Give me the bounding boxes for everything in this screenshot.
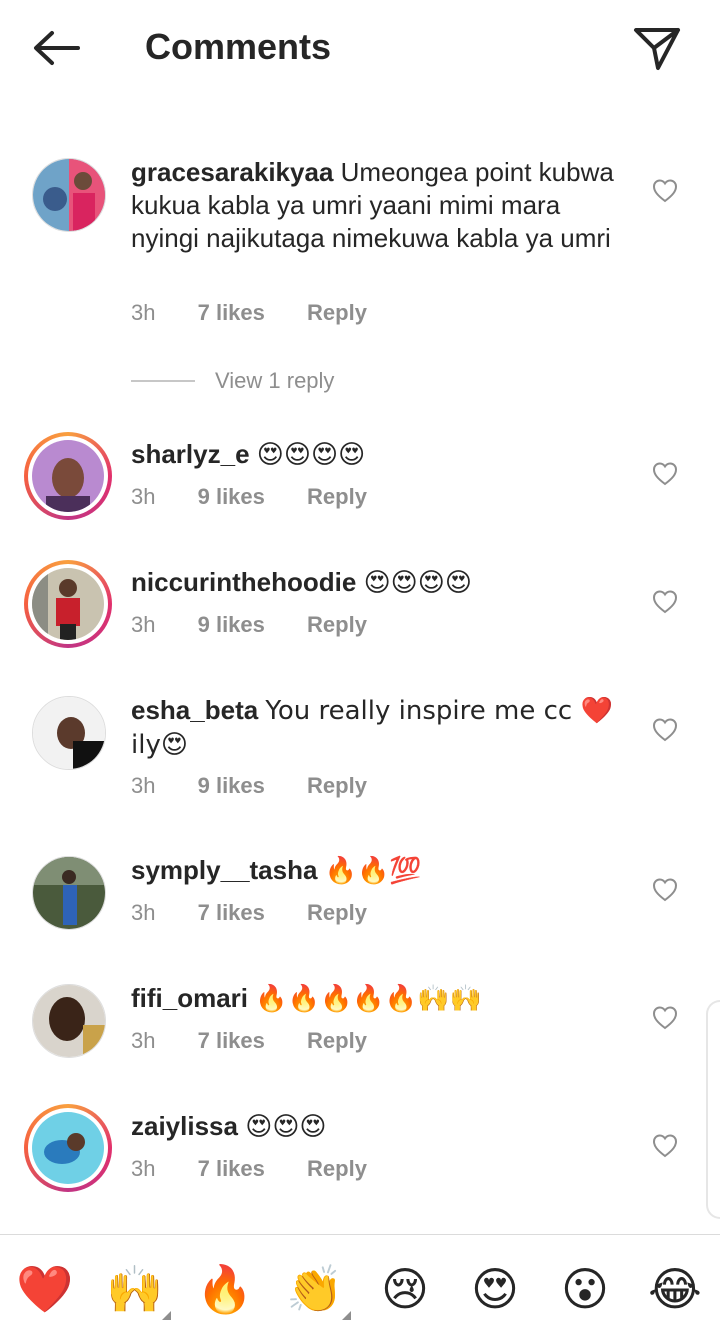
reply-button[interactable]: Reply (307, 773, 367, 799)
emoji-tears-of-joy[interactable]: 😂 (645, 1259, 705, 1319)
likes-count[interactable]: 7 likes (198, 1028, 265, 1054)
reply-button[interactable]: Reply (307, 1028, 367, 1054)
comment-meta: 3h 7 likes Reply (131, 1028, 367, 1054)
back-button[interactable] (28, 24, 84, 72)
header: Comments (0, 0, 720, 96)
avatar[interactable] (32, 984, 106, 1058)
reply-button[interactable]: Reply (307, 484, 367, 510)
comment-meta: 3h 7 likes Reply (131, 300, 367, 326)
avatar-image (32, 1112, 104, 1184)
emoji-quick-reply-bar: ❤️ 🙌 🔥 👏 😢 😍 😮 😂 (0, 1234, 720, 1329)
likes-count[interactable]: 9 likes (198, 484, 265, 510)
avatar[interactable] (32, 696, 106, 770)
avatar[interactable] (24, 560, 112, 648)
avatar-image (33, 857, 105, 929)
view-replies-label: View 1 reply (215, 368, 335, 393)
comment-meta: 3h 7 likes Reply (131, 900, 367, 926)
share-button[interactable] (628, 22, 684, 74)
comment-meta: 3h 9 likes Reply (131, 612, 367, 638)
avatar-image (33, 985, 105, 1057)
emoji-clapping-hands[interactable]: 👏 (285, 1259, 345, 1319)
comment-time: 3h (131, 612, 156, 637)
likes-count[interactable]: 7 likes (198, 900, 265, 926)
avatar[interactable] (32, 856, 106, 930)
skin-tone-indicator-icon (162, 1311, 171, 1320)
skin-tone-indicator-icon (342, 1311, 351, 1320)
divider (131, 380, 195, 382)
avatar[interactable] (24, 1104, 112, 1192)
comment-time: 3h (131, 1028, 156, 1053)
emoji-fire[interactable]: 🔥 (195, 1259, 255, 1319)
likes-count[interactable]: 9 likes (198, 612, 265, 638)
reply-button[interactable]: Reply (307, 612, 367, 638)
avatar-image (32, 440, 104, 512)
reply-button[interactable]: Reply (307, 1156, 367, 1182)
side-panel-handle[interactable] (706, 1000, 720, 1219)
avatar-image (32, 568, 104, 640)
avatar-image (33, 697, 105, 769)
comment-text: 😍😍😍😍 (363, 568, 472, 598)
emoji-raising-hands[interactable]: 🙌 (105, 1259, 165, 1319)
page-title: Comments (145, 26, 332, 67)
arrow-left-icon (34, 31, 80, 65)
comment-text: 🔥🔥💯 (324, 856, 422, 886)
comment-meta: 3h 7 likes Reply (131, 1156, 367, 1182)
likes-count[interactable]: 7 likes (198, 300, 265, 326)
likes-count[interactable]: 7 likes (198, 1156, 265, 1182)
comment-username[interactable]: fifi_omari (131, 983, 248, 1013)
comment-time: 3h (131, 773, 156, 798)
avatar-image (33, 159, 105, 231)
emoji-crying-face[interactable]: 😢 (375, 1259, 435, 1319)
comment-username[interactable]: zaiylissa (131, 1111, 238, 1141)
comment-text: 😍😍😍 (245, 1112, 327, 1142)
comment-meta: 3h 9 likes Reply (131, 484, 367, 510)
reply-button[interactable]: Reply (307, 300, 367, 326)
comment-time: 3h (131, 484, 156, 509)
heart-icon[interactable] (652, 589, 678, 615)
emoji-surprised-face[interactable]: 😮 (555, 1259, 615, 1319)
emoji-heart-eyes[interactable]: 😍 (465, 1259, 525, 1319)
emoji-red-heart[interactable]: ❤️ (15, 1259, 75, 1319)
comment-username[interactable]: sharlyz_e (131, 439, 250, 469)
heart-icon[interactable] (652, 1133, 678, 1159)
comment-time: 3h (131, 1156, 156, 1181)
avatar[interactable] (32, 158, 106, 232)
reply-button[interactable]: Reply (307, 900, 367, 926)
comment-time: 3h (131, 900, 156, 925)
comment-username[interactable]: symply__tasha (131, 855, 317, 885)
heart-icon[interactable] (652, 178, 678, 204)
heart-icon[interactable] (652, 717, 678, 743)
likes-count[interactable]: 9 likes (198, 773, 265, 799)
heart-icon[interactable] (652, 461, 678, 487)
avatar[interactable] (24, 432, 112, 520)
comment-username[interactable]: niccurinthehoodie (131, 567, 356, 597)
comment-text: 😍😍😍😍 (256, 440, 366, 470)
heart-icon[interactable] (652, 1005, 678, 1031)
comment-username[interactable]: gracesarakikyaa (131, 157, 333, 187)
comment-time: 3h (131, 300, 156, 325)
heart-icon[interactable] (652, 877, 678, 903)
comment-meta: 3h 9 likes Reply (131, 773, 367, 799)
comment-text: 🔥🔥🔥🔥🔥🙌🙌 (255, 984, 482, 1014)
paper-plane-icon (634, 28, 680, 70)
comment-username[interactable]: esha_beta (131, 695, 258, 725)
